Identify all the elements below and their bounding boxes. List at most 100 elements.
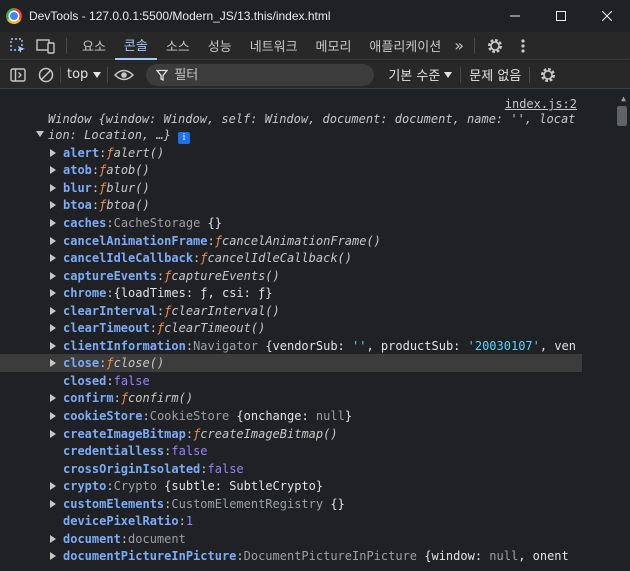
property-value: cancelAnimationFrame() — [221, 233, 381, 248]
chevron-right-icon — [50, 306, 56, 315]
settings-button[interactable] — [481, 32, 509, 60]
property-row[interactable]: blur: ƒ blur() — [50, 179, 150, 197]
inspect-element-button[interactable] — [4, 32, 32, 60]
window-object-summary[interactable]: Window {window: Window, self: Window, do… — [48, 111, 578, 144]
property-row[interactable]: cookieStore: CookieStore {onchange: null… — [50, 407, 352, 425]
console-output[interactable]: index.js:2 Window {window: Window, self:… — [0, 90, 630, 571]
property-row[interactable]: cancelAnimationFrame: ƒ cancelAnimationF… — [50, 232, 381, 250]
tab-performance[interactable]: 성능 — [199, 32, 241, 60]
expand-caret[interactable] — [50, 482, 63, 491]
issues-button[interactable]: 문제 없음 — [461, 65, 529, 84]
scrollbar-thumb[interactable] — [617, 106, 627, 126]
property-key: clientInformation — [63, 338, 186, 353]
property-value: captureEvents() — [171, 268, 280, 283]
filter-input[interactable] — [174, 67, 365, 82]
chevron-right-icon — [50, 482, 56, 491]
expand-caret[interactable] — [50, 359, 63, 368]
property-colon: : — [156, 268, 165, 283]
expand-caret[interactable] — [50, 271, 63, 280]
function-icon: ƒ — [106, 356, 114, 371]
chevron-right-icon — [50, 201, 56, 210]
property-row[interactable]: chrome: {loadTimes: ƒ, csi: ƒ} — [50, 284, 273, 302]
expand-caret[interactable] — [50, 236, 63, 245]
expand-caret[interactable] — [50, 201, 63, 210]
expand-caret[interactable] — [50, 552, 63, 561]
expand-caret[interactable] — [50, 166, 63, 175]
more-tabs-button[interactable]: » — [450, 32, 468, 60]
inspect-icon — [10, 37, 25, 53]
tab-memory[interactable]: 메모리 — [307, 32, 361, 60]
expand-caret[interactable] — [50, 534, 63, 543]
expand-caret[interactable] — [50, 394, 63, 403]
info-icon[interactable]: i — [178, 132, 191, 144]
property-row[interactable]: documentPictureInPicture: DocumentPictur… — [50, 548, 569, 566]
property-colon: : — [106, 286, 114, 301]
property-row[interactable]: crypto: Crypto {subtle: SubtleCrypto} — [50, 477, 323, 495]
property-row[interactable]: closed: false — [50, 372, 150, 390]
context-label: top — [67, 67, 89, 82]
log-levels-dropdown[interactable]: 기본 수준 — [380, 65, 460, 84]
property-row[interactable]: customElements: CustomElementRegistry {} — [50, 495, 345, 513]
property-key: close — [63, 356, 100, 371]
expand-window-caret[interactable] — [36, 126, 44, 140]
property-row[interactable]: btoa: ƒ btoa() — [50, 197, 150, 215]
expand-caret[interactable] — [50, 341, 63, 350]
tab-elements[interactable]: 요소 — [73, 32, 115, 60]
device-toolbar-button[interactable] — [32, 32, 60, 60]
scroll-up-icon[interactable]: ▲ — [621, 94, 626, 103]
property-row[interactable]: close: ƒ close() — [50, 355, 164, 373]
property-key: atob — [63, 163, 92, 178]
property-row[interactable]: captureEvents: ƒ captureEvents() — [50, 267, 280, 285]
property-row[interactable]: cancelIdleCallback: ƒ cancelIdleCallback… — [50, 249, 352, 267]
console-settings-button[interactable] — [534, 61, 562, 89]
property-row[interactable]: confirm: ƒ confirm() — [50, 390, 193, 408]
property-row[interactable]: alert: ƒ alert() — [50, 144, 164, 162]
expand-caret[interactable] — [50, 412, 63, 420]
expand-caret[interactable] — [50, 499, 63, 508]
expand-caret[interactable] — [50, 148, 63, 157]
expand-caret[interactable] — [50, 429, 63, 438]
live-expression-button[interactable] — [108, 61, 140, 89]
function-icon: ƒ — [99, 198, 107, 213]
property-key: clearTimeout — [63, 321, 150, 336]
close-window-button[interactable] — [584, 0, 630, 32]
property-row[interactable]: crossOriginIsolated: false — [50, 460, 244, 478]
expand-caret[interactable] — [50, 306, 63, 315]
expand-caret[interactable] — [50, 289, 63, 298]
property-row[interactable]: devicePixelRatio: 1 — [50, 513, 193, 531]
property-row[interactable]: caches: CacheStorage {} — [50, 214, 222, 232]
property-row[interactable]: clearTimeout: ƒ clearTimeout() — [50, 320, 265, 338]
tab-sources[interactable]: 소스 — [157, 32, 199, 60]
expand-caret[interactable] — [50, 254, 63, 263]
property-value: DocumentPictureInPicture {window: null, … — [243, 549, 569, 564]
minimize-button[interactable] — [492, 0, 538, 32]
property-row[interactable]: credentialless: false — [50, 442, 208, 460]
context-selector[interactable]: top — [61, 67, 107, 82]
clear-console-button[interactable] — [32, 61, 60, 89]
expand-caret[interactable] — [50, 218, 63, 227]
property-row[interactable]: createImageBitmap: ƒ createImageBitmap() — [50, 425, 338, 443]
property-row[interactable]: clientInformation: Navigator {vendorSub:… — [50, 337, 576, 355]
chevron-right-icon — [50, 341, 56, 350]
property-colon: : — [149, 321, 157, 336]
property-row[interactable]: clearInterval: ƒ clearInterval() — [50, 302, 280, 320]
tab-console[interactable]: 콘솔 — [114, 32, 157, 60]
expand-caret[interactable] — [50, 324, 63, 333]
chevron-right-icon — [50, 429, 56, 438]
source-link[interactable]: index.js:2 — [505, 97, 577, 111]
property-row[interactable]: atob: ƒ atob() — [50, 162, 150, 180]
maximize-button[interactable] — [538, 0, 584, 32]
property-colon: : — [185, 426, 194, 441]
property-key: alert — [63, 145, 100, 160]
tab-application[interactable]: 애플리케이션 — [360, 32, 450, 60]
sidebar-toggle-button[interactable] — [4, 61, 32, 89]
property-value: createImageBitmap() — [200, 426, 338, 441]
sidebar-icon — [10, 67, 26, 82]
expand-caret[interactable] — [50, 183, 63, 192]
function-icon: ƒ — [193, 426, 201, 441]
customize-menu-button[interactable] — [509, 32, 537, 60]
gear-icon — [487, 38, 502, 53]
property-key: cookieStore — [63, 409, 143, 423]
tab-network[interactable]: 네트워크 — [241, 32, 307, 60]
property-row[interactable]: document: document — [50, 530, 186, 548]
